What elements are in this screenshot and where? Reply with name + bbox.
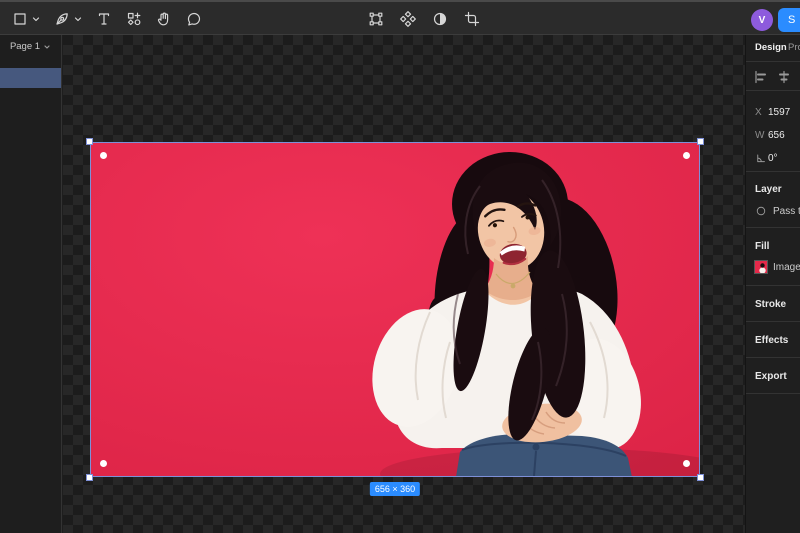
divider — [746, 171, 800, 172]
design-app-window: V S Page 1 656 × 360 Design Pr X 1597 W … — [0, 0, 800, 533]
selected-layer-row[interactable] — [0, 68, 61, 88]
resize-handle-bottom-right[interactable] — [697, 474, 704, 481]
align-left-button[interactable] — [751, 66, 771, 88]
blend-mode-selector[interactable]: Pass thro — [755, 205, 800, 217]
assets-tool-button[interactable] — [124, 6, 144, 32]
hand-icon — [157, 12, 169, 26]
effects-section-heading[interactable]: Effects — [755, 335, 788, 346]
align-horizontal-center-button[interactable] — [774, 66, 794, 88]
blend-mode-icon — [756, 206, 766, 216]
toolbar-center-group — [366, 4, 482, 34]
hand-tool-button[interactable] — [154, 6, 174, 32]
x-label: X — [755, 106, 762, 118]
divider — [746, 357, 800, 358]
mask-button[interactable] — [430, 6, 450, 32]
mask-icon — [433, 12, 447, 26]
avatar[interactable]: V — [751, 9, 773, 31]
chevron-down-icon — [74, 17, 82, 22]
edit-object-button[interactable] — [366, 6, 386, 32]
rotation-value: 0° — [768, 152, 778, 164]
rotation-field[interactable]: 0° — [755, 151, 778, 165]
divider — [746, 321, 800, 322]
assets-icon — [127, 12, 141, 26]
layer-section-heading: Layer — [755, 184, 782, 195]
top-toolbar: V S — [0, 0, 800, 35]
chevron-down-icon — [32, 17, 40, 22]
rotation-angle-icon — [757, 153, 765, 162]
resize-handle-top-left[interactable] — [86, 138, 93, 145]
photo-laughing-woman — [90, 142, 700, 477]
inspector-panel: Design Prot X 1597 W 656 0° — [745, 35, 800, 533]
tab-prototype[interactable]: Prot — [788, 42, 800, 53]
chevron-down-icon — [44, 44, 50, 49]
page-selector[interactable]: Page 1 — [0, 41, 61, 52]
text-tool-button[interactable] — [94, 6, 114, 32]
crop-button[interactable] — [462, 6, 482, 32]
fill-image-row[interactable]: Image — [754, 260, 800, 274]
canvas[interactable]: 656 × 360 — [63, 35, 745, 533]
corner-radius-handle-top-right[interactable] — [683, 152, 690, 159]
component-icon — [400, 11, 416, 27]
shape-tool-dropdown[interactable] — [30, 6, 42, 32]
export-section-heading[interactable]: Export — [755, 371, 787, 382]
width-label: W — [755, 129, 765, 141]
edit-object-icon — [369, 12, 383, 26]
pen-tool-button[interactable] — [52, 6, 72, 32]
tab-design[interactable]: Design — [755, 42, 787, 53]
toolbar-left-group — [10, 4, 204, 34]
x-value: 1597 — [768, 106, 791, 118]
align-horizontal-center-icon — [779, 70, 789, 84]
comment-tool-button[interactable] — [184, 6, 204, 32]
text-icon — [98, 13, 110, 25]
width-value: 656 — [768, 129, 785, 141]
share-button[interactable]: S — [778, 8, 800, 32]
width-field[interactable]: W 656 — [755, 128, 785, 142]
alignment-row — [751, 66, 800, 88]
fill-type-label: Image — [773, 261, 800, 273]
divider — [746, 90, 800, 91]
image-fill-thumbnail — [754, 260, 768, 274]
corner-radius-handle-top-left[interactable] — [100, 152, 107, 159]
selection-size-badge: 656 × 360 — [369, 482, 421, 496]
stroke-section-heading[interactable]: Stroke — [755, 299, 786, 310]
corner-radius-handle-bottom-right[interactable] — [683, 460, 690, 467]
page-label: Page 1 — [9, 41, 41, 52]
crop-icon — [464, 11, 480, 27]
divider — [746, 393, 800, 394]
rectangle-icon — [14, 13, 26, 25]
blend-mode-value: Pass thro — [773, 205, 800, 217]
comment-bubble-icon — [187, 12, 201, 26]
resize-handle-top-right[interactable] — [697, 138, 704, 145]
layers-sidebar: Page 1 — [0, 35, 62, 533]
divider — [746, 285, 800, 286]
fill-section-heading: Fill — [755, 241, 770, 252]
pen-tool-dropdown[interactable] — [72, 6, 84, 32]
pen-icon — [56, 13, 68, 25]
divider — [746, 227, 800, 228]
create-component-button[interactable] — [398, 6, 418, 32]
selected-image-frame[interactable]: 656 × 360 — [86, 138, 704, 496]
shape-tool-button[interactable] — [10, 6, 30, 32]
align-left-icon — [755, 70, 766, 84]
corner-radius-handle-bottom-left[interactable] — [100, 460, 107, 467]
resize-handle-bottom-left[interactable] — [86, 474, 93, 481]
x-position-field[interactable]: X 1597 — [755, 105, 790, 119]
divider — [746, 61, 800, 62]
